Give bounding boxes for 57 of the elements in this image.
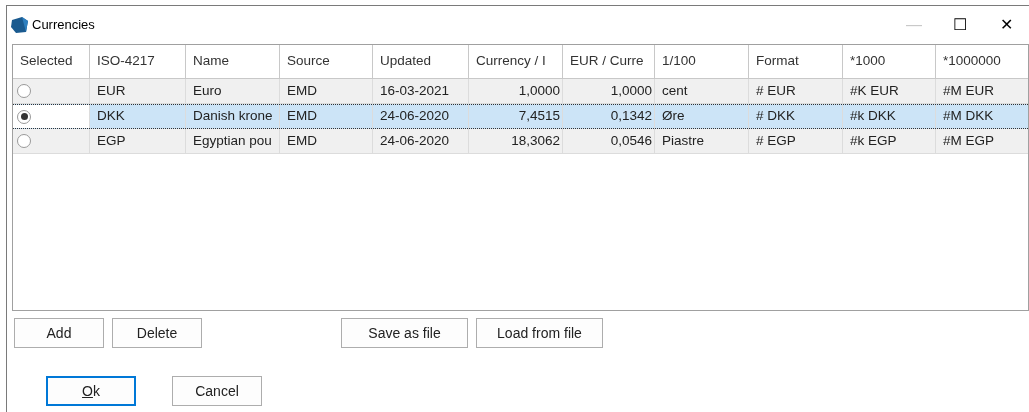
table-cell: EUR (90, 79, 186, 103)
column-header[interactable]: ISO-4217 (90, 45, 186, 78)
table-cell: EMD (280, 105, 373, 128)
column-header[interactable]: Source (280, 45, 373, 78)
column-header[interactable]: Updated (373, 45, 469, 78)
table-cell: Euro (186, 79, 280, 103)
column-header[interactable]: Currency / I (469, 45, 563, 78)
table-cell: # EGP (749, 129, 843, 153)
table-cell: 16-03-2021 (373, 79, 469, 103)
radio-button[interactable] (17, 109, 31, 124)
table-cell: EMD (280, 129, 373, 153)
window-title: Currencies (32, 16, 95, 35)
close-button[interactable]: ✕ (983, 10, 1029, 40)
maximize-button[interactable]: ☐ (937, 10, 983, 40)
radio-button[interactable] (17, 134, 31, 148)
table-cell: 24-06-2020 (373, 105, 469, 128)
table-row[interactable]: EGP Egyptian pou EMD 24-06-2020 18,3062 0,0546 Piastre # EGP #k EGP #M EGP (13, 129, 1028, 154)
table-row[interactable]: EUR Euro EMD 16-03-2021 1,0000 1,0000 cent # EUR #K EUR #M EUR (13, 79, 1028, 104)
table-cell: EGP (90, 129, 186, 153)
table-cell: #M EGP (936, 129, 1028, 153)
table-cell: EMD (280, 79, 373, 103)
dialog-button[interactable]: Load from file (476, 318, 603, 348)
table-cell: # EUR (749, 79, 843, 103)
table-cell: 7,4515 (469, 105, 563, 128)
table-cell: 18,3062 (469, 129, 563, 153)
table-cell: #M EUR (936, 79, 1028, 103)
ok-button[interactable]: Ok (46, 376, 136, 406)
table-cell: #k DKK (843, 105, 936, 128)
table-cell: 0,1342 (563, 105, 655, 128)
column-header[interactable]: Selected (13, 45, 90, 78)
table-cell: cent (655, 79, 749, 103)
table-cell: #K EUR (843, 79, 936, 103)
table-cell: Egyptian pou (186, 129, 280, 153)
dialog-button[interactable]: Delete (112, 318, 202, 348)
table-cell: # DKK (749, 105, 843, 128)
radio-button[interactable] (17, 84, 31, 98)
dialog-button[interactable]: Cancel (172, 376, 262, 406)
table-row[interactable]: DKK Danish krone EMD 24-06-2020 7,4515 0,1342 Øre # DKK #k DKK #M DKK (13, 104, 1028, 129)
table-cell: 1,0000 (563, 79, 655, 103)
table-cell: 0,0546 (563, 129, 655, 153)
table-cell: #M DKK (936, 105, 1028, 128)
column-header[interactable]: *1000 (843, 45, 936, 78)
table-cell: #k EGP (843, 129, 936, 153)
app-logo-icon (10, 16, 29, 34)
table-cell: Piastre (655, 129, 749, 153)
table-cell: 24-06-2020 (373, 129, 469, 153)
column-header[interactable]: 1/100 (655, 45, 749, 78)
column-header[interactable]: Name (186, 45, 280, 78)
column-header[interactable]: EUR / Curre (563, 45, 655, 78)
table-cell: Danish krone (186, 105, 280, 128)
table-cell: 1,0000 (469, 79, 563, 103)
column-header[interactable]: Format (749, 45, 843, 78)
dialog-button[interactable]: Add (14, 318, 104, 348)
table-cell: DKK (90, 105, 186, 128)
dialog-button[interactable]: Save as file (341, 318, 468, 348)
table-cell: Øre (655, 105, 749, 128)
column-header[interactable]: *1000000 (936, 45, 1028, 78)
